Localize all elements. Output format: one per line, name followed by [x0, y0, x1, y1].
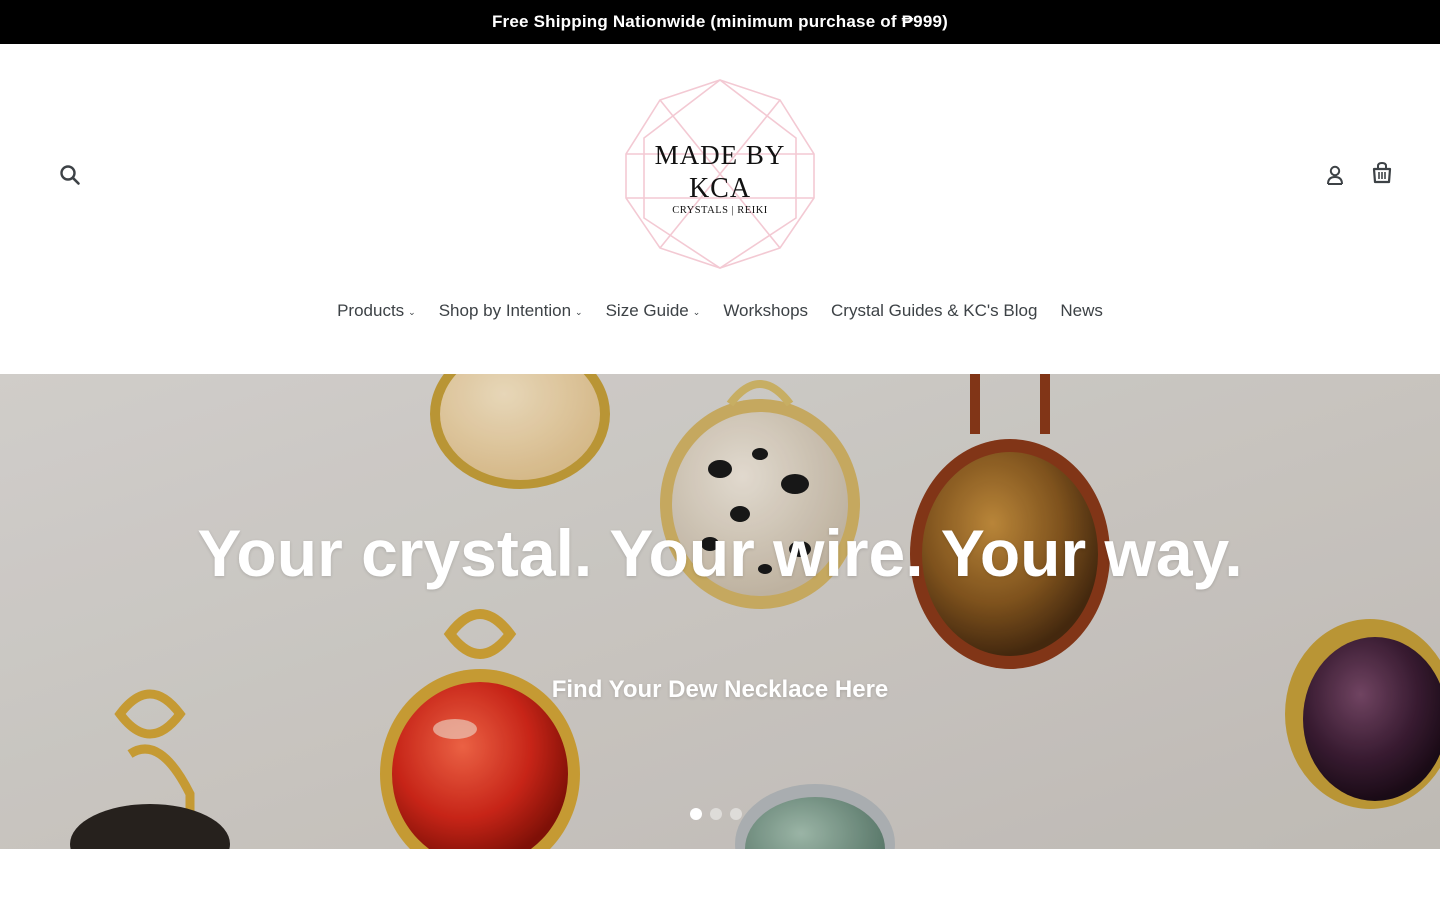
slideshow-dots	[690, 808, 742, 820]
nav-item-size-guide[interactable]: Size Guide ⌄	[594, 301, 712, 321]
nav-item-label: Shop by Intention	[438, 301, 572, 320]
slide-dot-3[interactable]	[730, 808, 742, 820]
user-icon	[1327, 165, 1343, 185]
store-logo[interactable]: MADE BY KCA CRYSTALS | REIKI	[620, 78, 820, 270]
search-button[interactable]	[50, 155, 90, 195]
nav-item-label: Workshops	[723, 301, 809, 320]
main-nav: Products ⌄ Shop by Intention ⌄ Size Guid…	[0, 296, 1440, 326]
nav-item-crystal-guides-blog[interactable]: Crystal Guides & KC's Blog	[820, 301, 1049, 321]
slide-dot-2[interactable]	[710, 808, 722, 820]
chevron-down-icon: ⌄	[408, 306, 416, 317]
nav-item-workshops[interactable]: Workshops	[712, 301, 820, 321]
nav-item-shop-by-intention[interactable]: Shop by Intention ⌄	[427, 301, 594, 321]
slide-dot-1[interactable]	[690, 808, 702, 820]
hero-overlay	[0, 374, 1440, 849]
nav-item-label: News	[1060, 301, 1103, 320]
logo-text-line2: KCA	[688, 173, 752, 204]
chevron-down-icon: ⌄	[575, 306, 583, 317]
hero-title: Your crystal. Your wire. Your way.	[197, 516, 1243, 590]
nav-item-label: Size Guide	[605, 301, 689, 320]
cart-button[interactable]	[1362, 153, 1402, 193]
nav-item-label: Products	[337, 301, 405, 320]
login-button[interactable]	[1315, 155, 1355, 195]
logo-text-line3: CRYSTALS | REIKI	[672, 205, 768, 216]
announcement-text: Free Shipping Nationwide (minimum purcha…	[491, 12, 949, 31]
search-icon	[60, 165, 80, 185]
hero-slideshow[interactable]: Your crystal. Your wire. Your way. Find …	[0, 374, 1440, 849]
nav-item-products[interactable]: Products ⌄	[326, 301, 428, 321]
chevron-down-icon: ⌄	[692, 306, 701, 317]
nav-item-news[interactable]: News	[1049, 301, 1115, 321]
nav-item-label: Crystal Guides & KC's Blog	[831, 301, 1038, 320]
logo-text-line1: MADE BY	[654, 140, 786, 170]
announcement-bar: Free Shipping Nationwide (minimum purcha…	[0, 0, 1440, 44]
hero-subtitle[interactable]: Find Your Dew Necklace Here	[320, 676, 1120, 704]
cart-icon	[1372, 161, 1392, 184]
